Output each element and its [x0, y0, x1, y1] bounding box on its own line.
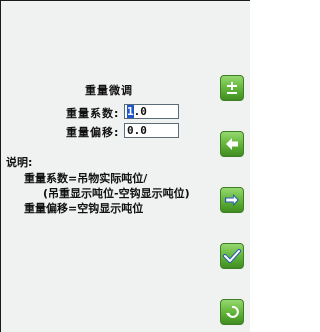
plus-minus-button[interactable] — [220, 75, 244, 101]
return-button[interactable] — [220, 299, 244, 325]
plus-minus-icon — [227, 82, 237, 94]
note-line-2: (吊重显示吨位-空钩显示吨位) — [43, 187, 190, 200]
screen-border-left — [0, 0, 1, 332]
note-line-1: 重量系数=吊物实际吨位/ — [24, 172, 148, 185]
weight-coefficient-label: 重量系数: — [66, 107, 120, 120]
screen: 重量微调 重量系数: 1.0 重量偏移: 0.0 说明: 重量系数=吊物实际吨位… — [0, 0, 250, 332]
note-line-3: 重量偏移=空钩显示吨位 — [24, 202, 144, 215]
forward-button[interactable] — [220, 187, 244, 213]
weight-coefficient-input[interactable]: 1.0 — [124, 104, 179, 119]
weight-coefficient-value: .0 — [133, 105, 147, 118]
back-button[interactable] — [220, 131, 244, 157]
return-icon — [226, 305, 239, 318]
arrow-right-icon — [225, 194, 239, 206]
notes-heading: 说明: — [6, 156, 33, 169]
confirm-button[interactable] — [220, 243, 244, 269]
screen-border-top — [0, 0, 250, 1]
arrow-left-icon — [226, 138, 238, 150]
page-title: 重量微调 — [85, 84, 133, 97]
input-cursor: 1 — [127, 105, 134, 118]
weight-offset-label: 重量偏移: — [66, 126, 120, 139]
check-icon — [223, 249, 241, 263]
weight-offset-input[interactable]: 0.0 — [124, 123, 179, 138]
